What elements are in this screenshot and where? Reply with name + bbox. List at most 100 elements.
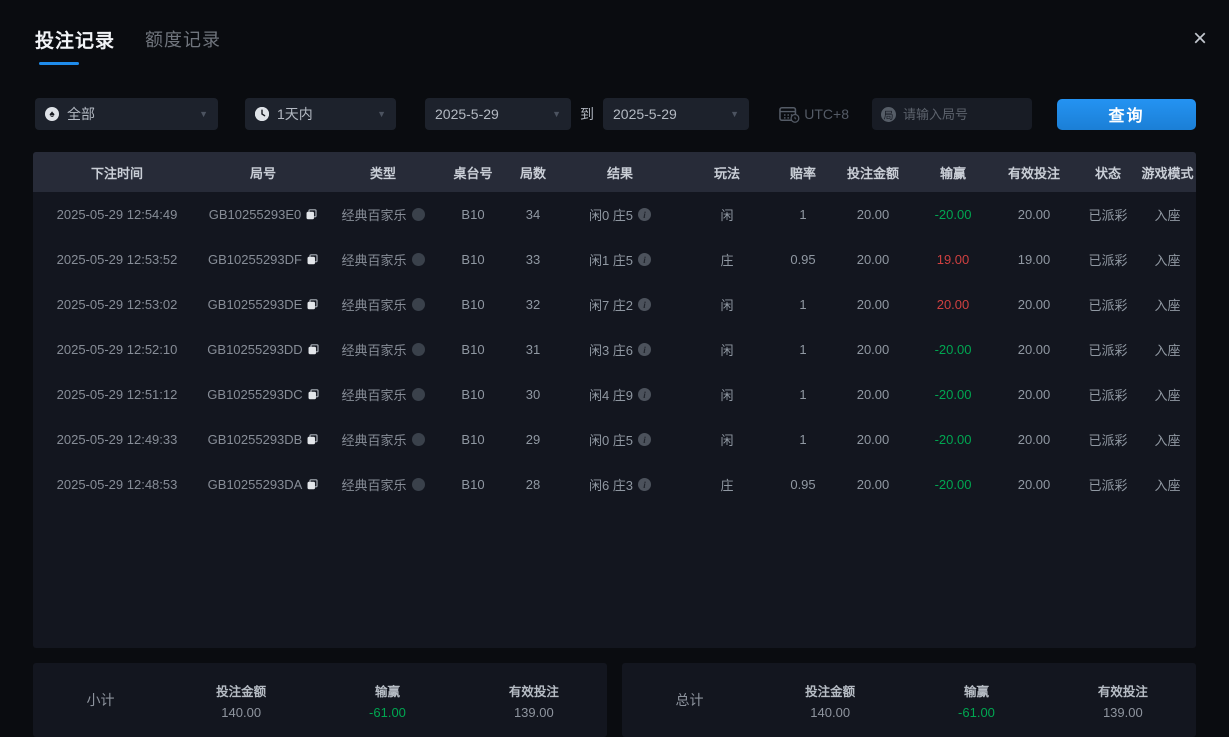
- total-bet-amount: 投注金额 140.00: [757, 681, 903, 720]
- table-row: 2025-05-29 12:54:49 GB10255293E0 经典百家乐 B…: [33, 192, 1196, 237]
- cell-round: 33: [505, 252, 561, 267]
- cell-round: 28: [505, 477, 561, 492]
- video-icon[interactable]: [412, 388, 425, 401]
- cell-table-no: B10: [441, 297, 505, 312]
- cell-bet-time: 2025-05-29 12:53:52: [33, 252, 201, 267]
- cell-mode: 入座: [1139, 340, 1196, 359]
- active-tab-underline: [39, 62, 79, 65]
- table-body: 2025-05-29 12:54:49 GB10255293E0 经典百家乐 B…: [33, 192, 1196, 507]
- cell-status: 已派彩: [1077, 205, 1139, 224]
- copy-icon[interactable]: [306, 209, 317, 220]
- info-icon[interactable]: i: [638, 208, 651, 221]
- cell-game-id: GB10255293DF: [201, 252, 325, 267]
- tab-bet-records[interactable]: 投注记录: [35, 26, 115, 65]
- video-icon[interactable]: [412, 253, 425, 266]
- cell-valid: 19.00: [991, 252, 1077, 267]
- date-from-value: 2025-5-29: [435, 106, 499, 122]
- total-win-loss: 输赢 -61.00: [903, 681, 1049, 720]
- cell-bet-time: 2025-05-29 12:53:02: [33, 297, 201, 312]
- date-to-dropdown[interactable]: 2025-5-29 ▼: [603, 98, 749, 130]
- total-panel: 总计 投注金额 140.00 输赢 -61.00 有效投注 139.00: [622, 663, 1196, 737]
- cell-table-no: B10: [441, 252, 505, 267]
- subtotal-panel: 小计 投注金额 140.00 输赢 -61.00 有效投注 139.00: [33, 663, 607, 737]
- cell-type: 经典百家乐: [325, 295, 441, 314]
- copy-icon[interactable]: [308, 389, 319, 400]
- copy-icon[interactable]: [307, 299, 318, 310]
- cell-table-no: B10: [441, 207, 505, 222]
- copy-icon[interactable]: [307, 434, 318, 445]
- time-range-dropdown[interactable]: 1天内 ▼: [245, 98, 396, 130]
- video-icon[interactable]: [412, 478, 425, 491]
- game-type-dropdown[interactable]: ♠ 全部 ▼: [35, 98, 218, 130]
- video-icon[interactable]: [412, 343, 425, 356]
- cell-round: 31: [505, 342, 561, 357]
- close-icon[interactable]: ×: [1193, 27, 1207, 51]
- cell-type: 经典百家乐: [325, 475, 441, 494]
- cell-win-loss: -20.00: [915, 387, 991, 402]
- col-header-status: 状态: [1077, 163, 1139, 182]
- cell-status: 已派彩: [1077, 385, 1139, 404]
- cell-win-loss: -20.00: [915, 477, 991, 492]
- cell-bet: 20.00: [831, 297, 915, 312]
- tab-quota-records-label: 额度记录: [145, 26, 221, 52]
- tab-quota-records[interactable]: 额度记录: [145, 26, 221, 52]
- col-header-play: 玩法: [679, 163, 775, 182]
- video-icon[interactable]: [412, 433, 425, 446]
- cell-round: 34: [505, 207, 561, 222]
- cell-odds: 1: [775, 432, 831, 447]
- chevron-down-icon: ▼: [552, 109, 561, 119]
- cell-win-loss: 20.00: [915, 297, 991, 312]
- info-icon[interactable]: i: [638, 478, 651, 491]
- subtotal-label: 小计: [33, 690, 168, 710]
- round-badge-icon: 局: [881, 107, 896, 122]
- cell-mode: 入座: [1139, 475, 1196, 494]
- bet-records-table: 下注时间 局号 类型 桌台号 局数 结果 玩法 赔率 投注金额 输赢 有效投注 …: [33, 152, 1196, 648]
- cell-win-loss: -20.00: [915, 432, 991, 447]
- cell-result: 闲0 庄5 i: [561, 205, 679, 224]
- clock-icon: [255, 107, 269, 121]
- video-icon[interactable]: [412, 208, 425, 221]
- cell-status: 已派彩: [1077, 340, 1139, 359]
- video-icon[interactable]: [412, 298, 425, 311]
- cell-bet-time: 2025-05-29 12:49:33: [33, 432, 201, 447]
- cell-bet: 20.00: [831, 387, 915, 402]
- col-header-valid-bet: 有效投注: [991, 163, 1077, 182]
- info-icon[interactable]: i: [638, 253, 651, 266]
- cell-table-no: B10: [441, 387, 505, 402]
- cell-type: 经典百家乐: [325, 205, 441, 224]
- cell-odds: 0.95: [775, 252, 831, 267]
- cell-type: 经典百家乐: [325, 430, 441, 449]
- cell-round: 29: [505, 432, 561, 447]
- table-row: 2025-05-29 12:53:52 GB10255293DF 经典百家乐 B…: [33, 237, 1196, 282]
- cell-mode: 入座: [1139, 205, 1196, 224]
- subtotal-win-loss: 输赢 -61.00: [314, 681, 460, 720]
- date-from-dropdown[interactable]: 2025-5-29 ▼: [425, 98, 571, 130]
- query-button[interactable]: 查询: [1057, 99, 1196, 130]
- cell-odds: 1: [775, 387, 831, 402]
- cell-play: 闲: [679, 205, 775, 224]
- info-icon[interactable]: i: [638, 343, 651, 356]
- cell-table-no: B10: [441, 477, 505, 492]
- copy-icon[interactable]: [307, 254, 318, 265]
- info-icon[interactable]: i: [638, 433, 651, 446]
- cell-bet-time: 2025-05-29 12:54:49: [33, 207, 201, 222]
- col-header-odds: 赔率: [775, 163, 831, 182]
- cell-game-id: GB10255293DA: [201, 477, 325, 492]
- copy-icon[interactable]: [307, 479, 318, 490]
- info-icon[interactable]: i: [638, 388, 651, 401]
- round-search-input[interactable]: [903, 107, 1023, 122]
- copy-icon[interactable]: [308, 344, 319, 355]
- game-type-value: 全部: [67, 104, 95, 124]
- cell-valid: 20.00: [991, 342, 1077, 357]
- table-row: 2025-05-29 12:49:33 GB10255293DB 经典百家乐 B…: [33, 417, 1196, 462]
- col-header-bet-time: 下注时间: [33, 163, 201, 182]
- col-header-bet-amount: 投注金额: [831, 163, 915, 182]
- cell-bet: 20.00: [831, 432, 915, 447]
- info-icon[interactable]: i: [638, 298, 651, 311]
- summary-bar: 小计 投注金额 140.00 输赢 -61.00 有效投注 139.00 总计 …: [33, 663, 1196, 737]
- chevron-down-icon: ▼: [377, 109, 386, 119]
- cell-bet: 20.00: [831, 342, 915, 357]
- cell-game-id: GB10255293DC: [201, 387, 325, 402]
- cell-bet-time: 2025-05-29 12:51:12: [33, 387, 201, 402]
- cell-mode: 入座: [1139, 250, 1196, 269]
